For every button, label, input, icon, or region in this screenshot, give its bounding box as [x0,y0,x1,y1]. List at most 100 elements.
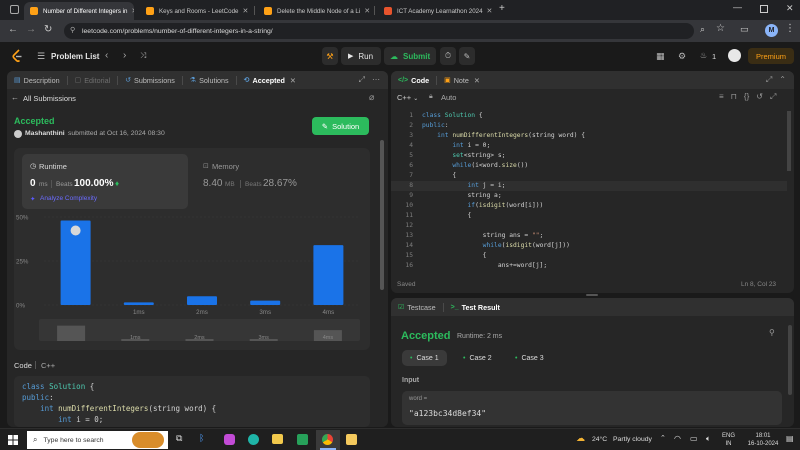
store-icon[interactable] [297,434,308,445]
search-highlight-icon[interactable] [132,432,164,448]
browser-menu-icon[interactable]: ⋮ [785,23,795,34]
language-select[interactable]: C++ ⌄ [397,93,418,102]
debug-icon[interactable]: ⚒ [322,47,338,65]
close-tab-icon[interactable]: ✕ [128,7,135,15]
zoom-icon[interactable]: ⌕ [700,24,705,35]
tab-accepted[interactable]: ⟲ Accepted ✕ [237,71,303,89]
extensions-icon[interactable]: ▭ [740,24,749,35]
settings-gear-icon[interactable]: ⚙ [678,51,686,62]
code-line[interactable]: 16 ans+=word[j]; [391,261,787,271]
braces-icon[interactable]: {} [744,92,749,102]
runtime-distribution-chart[interactable]: 50% 25% 0% 1ms 2ms 3ms 4ms 1ms 2ms 3ms 4ms [14,211,370,349]
tab-solutions[interactable]: ⚗ Solutions [183,71,236,89]
chart-bar[interactable] [313,245,344,305]
case-2-tab[interactable]: • Case 2 [455,350,500,366]
close-tab-icon[interactable]: ✕ [238,7,248,15]
leetcode-logo-icon[interactable] [11,49,23,63]
tab-editorial[interactable]: ▢ Editorial [68,71,118,89]
notes-icon[interactable]: ✎ [459,47,475,65]
reset-icon[interactable]: ↺ [756,92,763,102]
solution-button[interactable]: ✎ Solution [312,117,369,135]
variable-value[interactable]: "a123bc34d8ef34" [409,409,486,418]
tab-note[interactable]: ▣ Note ✕ [437,71,487,89]
author-avatar[interactable] [14,130,22,138]
bookmark-star-icon[interactable]: ☆ [716,23,725,34]
site-info-icon[interactable]: ⚲ [70,26,75,34]
tab-code[interactable]: </> Code [391,71,436,89]
new-tab-icon[interactable]: + [499,3,505,14]
horizontal-resizer[interactable] [586,294,598,296]
debug-icon[interactable]: ⚲ [769,328,775,337]
code-line[interactable]: 4 int i = 0; [391,141,787,151]
copilot-icon[interactable] [224,434,235,445]
close-tab-icon[interactable]: ✕ [290,76,296,85]
close-tab-icon[interactable]: ✕ [360,7,370,15]
back-icon[interactable]: ← [8,24,18,35]
restore-icon[interactable] [760,5,768,13]
input-language[interactable]: ENG IN [722,432,735,448]
autocomplete-mode[interactable]: Auto [441,93,456,102]
submitted-code-block[interactable]: class Solution {public: int numDifferent… [14,376,370,427]
all-submissions-link[interactable]: All Submissions [23,94,76,103]
premium-button[interactable]: Premium [748,48,794,64]
browser-tab[interactable]: Delete the Middle Node of a Li ✕ [258,2,372,20]
code-line[interactable]: 12 [391,221,787,231]
attachment-icon[interactable]: ⌀ [369,92,374,103]
code-line[interactable]: 14 while(isdigit(word[j])) [391,241,787,251]
clock[interactable]: 18:01 16-10-2024 [745,432,781,448]
code-line[interactable]: 7 { [391,171,787,181]
battery-icon[interactable]: ▭ [690,434,698,443]
collapse-panel-icon[interactable]: ⌃ [779,75,786,85]
file-explorer-icon[interactable] [272,434,283,444]
shuffle-icon[interactable]: ⤨ [140,51,146,61]
notification-icon[interactable]: ▤ [786,434,794,443]
code-line[interactable]: 6 while(i<word.size()) [391,161,787,171]
tab-submissions[interactable]: ↺ Submissions [118,71,182,89]
browser-tab[interactable]: ICT Academy Learnathon 2024 ✕ [378,2,494,20]
input-box[interactable] [402,391,782,425]
tray-chevron-icon[interactable]: ⌃ [660,434,666,442]
author-name[interactable]: Mashanthini [25,130,65,137]
panel-menu-icon[interactable]: ⋯ [372,75,380,85]
chart-bar[interactable] [123,302,154,305]
code-line[interactable]: 10 if(isdigit(word[i])) [391,201,787,211]
maximize-panel-icon[interactable]: ⤢ [766,75,772,85]
weather-icon[interactable]: ☁ [576,433,585,444]
analyze-complexity-link[interactable]: Analyze Complexity [40,195,97,202]
tab-testcase[interactable]: ☑ Testcase [391,298,443,316]
volume-icon[interactable]: 🔈︎ [706,434,711,444]
minimize-icon[interactable]: — [733,2,742,12]
chart-bar[interactable] [187,296,217,305]
run-button[interactable]: ▶ Run [341,47,381,65]
code-line[interactable]: 9 string a; [391,191,787,201]
left-panel-scrollbar[interactable] [380,140,384,290]
next-problem-icon[interactable]: › [123,50,126,61]
code-line[interactable]: 2 public: [391,121,787,131]
timer-icon[interactable]: ⏱ [440,47,456,65]
fullscreen-icon[interactable]: ⤢ [770,92,776,102]
case-1-tab[interactable]: • Case 1 [402,350,447,366]
prev-problem-icon[interactable]: ‹ [105,50,108,61]
editor-scrollbar[interactable] [787,111,791,171]
browser-tab[interactable]: Number of Different Integers in ✕ [24,2,134,20]
weather-temp[interactable]: 24°C [592,436,607,443]
code-line[interactable]: 1 class Solution { [391,111,787,121]
forward-icon[interactable]: → [26,24,36,35]
code-line[interactable]: 3 int numDifferentIntegers(string word) … [391,131,787,141]
close-tab-icon[interactable]: ✕ [474,76,480,85]
format-icon[interactable]: ≡ [719,92,724,102]
submit-button[interactable]: ☁ Submit [384,47,436,65]
case-3-tab[interactable]: • Case 3 [507,350,552,366]
task-view-icon[interactable]: ⧉ [176,433,182,444]
address-bar[interactable]: ⚲ leetcode.com/problems/number-of-differ… [64,23,694,39]
problem-list-icon[interactable]: ☰ [37,51,45,62]
close-tab-icon[interactable]: ✕ [483,7,493,15]
problem-list-link[interactable]: Problem List [51,52,99,61]
code-editor[interactable]: 1 class Solution {2 public: 3 int numDiffer… [391,111,787,273]
result-scrollbar[interactable] [788,325,792,395]
tab-search-icon[interactable] [10,5,19,14]
memory-label[interactable]: Memory [212,162,239,171]
windows-start-icon[interactable] [8,435,18,445]
code-line[interactable]: 8 int j = i; [391,181,787,191]
streak-flame-icon[interactable]: ♨ [700,51,707,60]
